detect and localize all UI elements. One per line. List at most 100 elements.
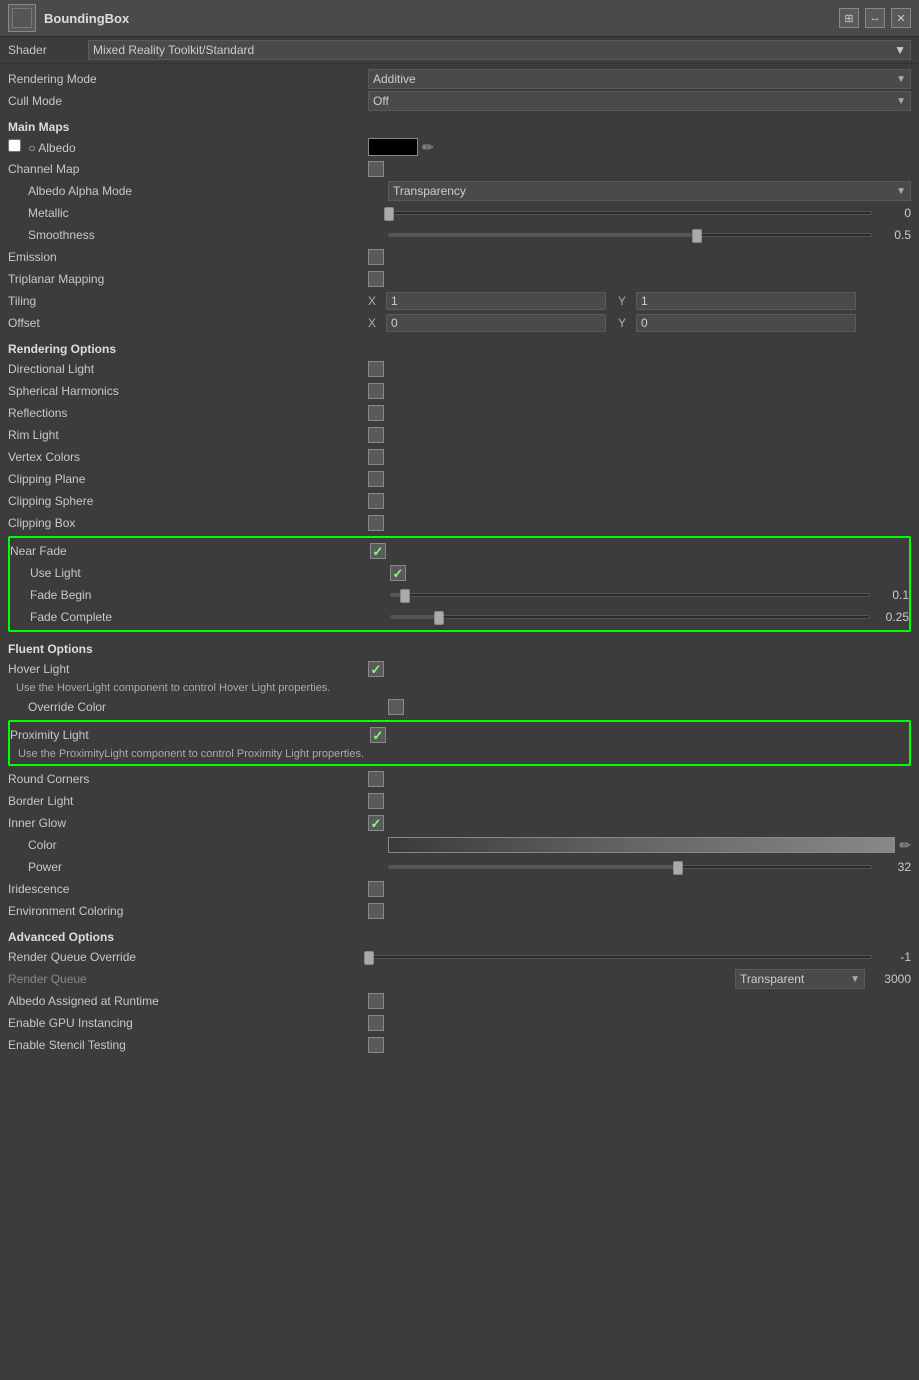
render-queue-dropdown-value: Transparent xyxy=(740,972,804,986)
near-fade-row: Near Fade xyxy=(10,540,909,562)
smoothness-control: 0.5 xyxy=(388,228,911,242)
clipping-sphere-checkbox[interactable] xyxy=(368,493,384,509)
proximity-light-checkbox[interactable] xyxy=(370,727,386,743)
albedo-control: ✏ xyxy=(368,138,911,156)
offset-label: Offset xyxy=(8,316,368,330)
smoothness-slider[interactable] xyxy=(388,233,872,237)
rendering-mode-arrow: ▼ xyxy=(896,74,906,85)
fade-complete-thumb[interactable] xyxy=(434,611,444,625)
fade-begin-slider[interactable] xyxy=(390,593,870,597)
round-corners-checkbox[interactable] xyxy=(368,771,384,787)
use-light-checkbox[interactable] xyxy=(390,565,406,581)
clipping-box-checkbox[interactable] xyxy=(368,515,384,531)
triplanar-checkbox[interactable] xyxy=(368,271,384,287)
rendering-mode-control: Additive ▼ xyxy=(368,69,911,89)
render-queue-dropdown[interactable]: Transparent ▼ xyxy=(735,969,865,989)
reflections-checkbox[interactable] xyxy=(368,405,384,421)
emission-checkbox[interactable] xyxy=(368,249,384,265)
clipping-box-control xyxy=(368,515,911,531)
metallic-row: Metallic 0 xyxy=(8,202,911,224)
inner-glow-label: Inner Glow xyxy=(8,816,368,830)
metallic-slider[interactable] xyxy=(388,211,872,215)
header-btn-1[interactable]: ⊞ xyxy=(839,8,859,28)
offset-x-input[interactable] xyxy=(386,314,606,332)
round-corners-row: Round Corners xyxy=(8,768,911,790)
override-color-checkbox[interactable] xyxy=(388,699,404,715)
reflections-control xyxy=(368,405,911,421)
vertex-colors-label: Vertex Colors xyxy=(8,450,368,464)
smoothness-row: Smoothness 0.5 xyxy=(8,224,911,246)
override-color-label: Override Color xyxy=(28,700,388,714)
metallic-value: 0 xyxy=(876,206,911,220)
clipping-sphere-row: Clipping Sphere xyxy=(8,490,911,512)
tiling-y-input[interactable] xyxy=(636,292,856,310)
spherical-harmonics-checkbox[interactable] xyxy=(368,383,384,399)
power-thumb[interactable] xyxy=(673,861,683,875)
header-btn-2[interactable]: ↔ xyxy=(865,8,885,28)
rim-light-checkbox[interactable] xyxy=(368,427,384,443)
iridescence-label: Iridescence xyxy=(8,882,368,896)
clipping-plane-control xyxy=(368,471,911,487)
shader-arrow: ▼ xyxy=(894,43,906,57)
offset-y-input[interactable] xyxy=(636,314,856,332)
render-queue-row: Render Queue Transparent ▼ 3000 xyxy=(8,968,911,990)
directional-light-checkbox[interactable] xyxy=(368,361,384,377)
rqo-slider[interactable] xyxy=(368,955,872,959)
inner-glow-checkbox[interactable] xyxy=(368,815,384,831)
directional-light-label: Directional Light xyxy=(8,362,368,376)
albedo-alpha-value: Transparency xyxy=(393,184,466,198)
near-fade-label: Near Fade xyxy=(10,544,370,558)
channel-map-checkbox[interactable] xyxy=(368,161,384,177)
rendering-mode-dropdown[interactable]: Additive ▼ xyxy=(368,69,911,89)
triplanar-label: Triplanar Mapping xyxy=(8,272,368,286)
material-inspector: BoundingBox ⊞ ↔ ✕ Shader Mixed Reality T… xyxy=(0,0,919,1060)
render-queue-override-label: Render Queue Override xyxy=(8,950,368,964)
hover-light-checkbox[interactable] xyxy=(368,661,384,677)
fade-complete-slider[interactable] xyxy=(390,615,870,619)
power-value: 32 xyxy=(876,860,911,874)
albedo-alpha-row: Albedo Alpha Mode Transparency ▼ xyxy=(8,180,911,202)
fade-begin-control: 0.1 xyxy=(390,588,909,602)
iridescence-checkbox[interactable] xyxy=(368,881,384,897)
near-fade-control xyxy=(370,543,909,559)
albedo-runtime-checkbox[interactable] xyxy=(368,993,384,1009)
emission-row: Emission xyxy=(8,246,911,268)
albedo-swatch[interactable] xyxy=(368,138,418,156)
gpu-instancing-checkbox[interactable] xyxy=(368,1015,384,1031)
near-fade-checkbox[interactable] xyxy=(370,543,386,559)
border-light-checkbox[interactable] xyxy=(368,793,384,809)
color-pencil-icon[interactable]: ✏ xyxy=(899,837,911,854)
pencil-icon[interactable]: ✏ xyxy=(422,139,434,156)
override-color-row: Override Color xyxy=(8,696,911,718)
albedo-row: ○ Albedo ✏ xyxy=(8,136,911,158)
shader-row: Shader Mixed Reality Toolkit/Standard ▼ xyxy=(0,37,919,64)
emission-control xyxy=(368,249,911,265)
vertex-colors-checkbox[interactable] xyxy=(368,449,384,465)
color-bar[interactable] xyxy=(388,837,895,853)
fade-begin-thumb[interactable] xyxy=(400,589,410,603)
environment-coloring-control xyxy=(368,903,911,919)
albedo-runtime-control xyxy=(368,993,911,1009)
clipping-plane-checkbox[interactable] xyxy=(368,471,384,487)
render-queue-override-control: -1 xyxy=(368,950,911,964)
directional-light-row: Directional Light xyxy=(8,358,911,380)
directional-light-control xyxy=(368,361,911,377)
shader-dropdown[interactable]: Mixed Reality Toolkit/Standard ▼ xyxy=(88,40,911,60)
albedo-checkbox[interactable] xyxy=(8,139,21,152)
render-queue-control: Transparent ▼ 3000 xyxy=(368,969,911,989)
stencil-testing-checkbox[interactable] xyxy=(368,1037,384,1053)
cull-mode-dropdown[interactable]: Off ▼ xyxy=(368,91,911,111)
smoothness-thumb[interactable] xyxy=(692,229,702,243)
rqo-thumb[interactable] xyxy=(364,951,374,965)
proximity-light-label: Proximity Light xyxy=(10,728,370,742)
shader-label: Shader xyxy=(8,43,88,57)
header-btn-3[interactable]: ✕ xyxy=(891,8,911,28)
albedo-alpha-dropdown[interactable]: Transparency ▼ xyxy=(388,181,911,201)
material-icon xyxy=(8,4,36,32)
environment-coloring-checkbox[interactable] xyxy=(368,903,384,919)
fade-begin-label: Fade Begin xyxy=(30,588,390,602)
tiling-x-input[interactable] xyxy=(386,292,606,310)
fade-complete-value: 0.25 xyxy=(874,610,909,624)
power-slider[interactable] xyxy=(388,865,872,869)
metallic-thumb[interactable] xyxy=(384,207,394,221)
